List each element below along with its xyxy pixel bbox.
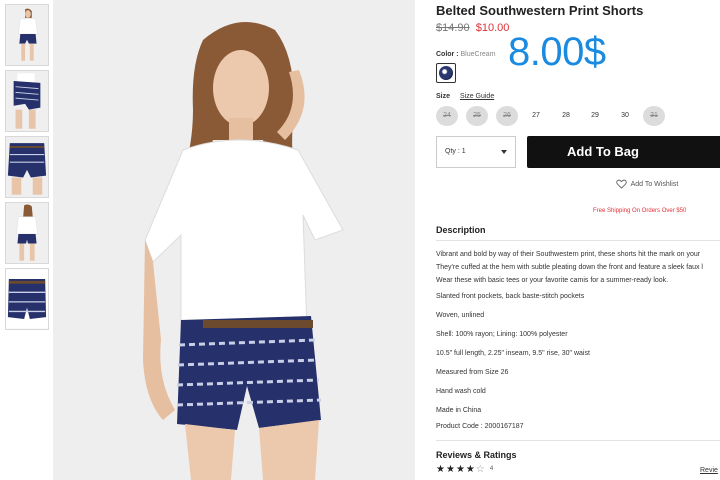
shorts-closeup-thumb-image (6, 137, 48, 197)
product-title: Belted Southwestern Print Shorts (436, 3, 644, 18)
original-price: $14.90 (436, 22, 470, 34)
description-heading: Description (436, 225, 486, 235)
size-options: 24 25 26 27 28 29 30 31 (436, 106, 720, 126)
price-row: $14.90 $10.00 (436, 22, 509, 34)
size-option-28[interactable]: 28 (555, 106, 577, 126)
thumbnail-front[interactable] (5, 4, 49, 66)
detail-measured-size: Measured from Size 26 (436, 369, 509, 376)
detail-care: Hand wash cold (436, 388, 486, 395)
write-review-link[interactable]: Revie (700, 467, 718, 474)
star-rating: ★★★★☆ 4 (436, 464, 493, 475)
description-paragraph-line: Wear these with basic tees or your favor… (436, 277, 669, 284)
thumbnail-side[interactable] (5, 70, 49, 132)
add-to-bag-button[interactable]: Add To Bag (527, 136, 720, 168)
detail-measurements: 10.5" full length, 2.25" inseam, 9.5" ri… (436, 350, 590, 357)
add-to-bag-label: Add To Bag (567, 144, 639, 159)
heart-icon (616, 179, 627, 189)
add-to-wishlist-link[interactable]: Add To Wishlist (616, 179, 678, 189)
model-side-thumb-image (6, 71, 48, 131)
quantity-select[interactable]: Qty : 1 (436, 136, 516, 168)
size-option-26[interactable]: 26 (496, 106, 518, 126)
wishlist-label: Add To Wishlist (630, 180, 679, 188)
quantity-value: Qty : 1 (445, 148, 466, 155)
detail-woven: Woven, unlined (436, 312, 485, 319)
star-icon: ★ (436, 464, 446, 475)
main-product-image (53, 0, 415, 480)
detail-material: Shell: 100% rayon; Lining: 100% polyeste… (436, 331, 568, 338)
detail-pockets: Slanted front pockets, back baste-stitch… (436, 293, 585, 300)
shorts-flat-thumb-image (6, 269, 48, 329)
color-swatch-bluecream[interactable] (436, 63, 456, 83)
size-row: Size Size Guide (436, 93, 494, 100)
star-empty-icon: ☆ (475, 464, 486, 475)
overlay-price-annotation: 8.00$ (508, 30, 606, 74)
color-value: BlueCream (460, 51, 496, 58)
product-info-panel: Belted Southwestern Print Shorts $14.90 … (436, 0, 720, 480)
size-guide-link[interactable]: Size Guide (460, 93, 494, 100)
size-option-24[interactable]: 24 (436, 106, 458, 126)
star-icon: ★ (465, 464, 476, 475)
description-paragraph-line: They're cuffed at the hem with subtle pl… (436, 264, 703, 271)
color-row: Color : BlueCream (436, 51, 496, 58)
size-option-29[interactable]: 29 (584, 106, 606, 126)
size-option-31[interactable]: 31 (643, 106, 665, 126)
thumbnail-detail[interactable] (5, 136, 49, 198)
product-code: Product Code : 2000167187 (436, 423, 524, 430)
star-icon: ★ (445, 464, 456, 475)
size-option-25[interactable]: 25 (466, 106, 488, 126)
description-divider (436, 240, 720, 241)
detail-origin: Made in China (436, 407, 482, 414)
swatch-pattern (439, 66, 453, 80)
description-paragraph-line: Vibrant and bold by way of their Southwe… (436, 251, 701, 258)
model-front-thumb-image (6, 5, 48, 65)
rating-count: 4 (489, 466, 494, 472)
size-option-30[interactable]: 30 (614, 106, 636, 126)
model-back-thumb-image (6, 203, 48, 263)
chevron-down-icon (501, 150, 507, 154)
size-option-27[interactable]: 27 (525, 106, 547, 126)
thumbnail-flat[interactable] (5, 268, 49, 330)
thumbnail-back[interactable] (5, 202, 49, 264)
size-label: Size (436, 93, 451, 100)
star-icon: ★ (455, 464, 466, 475)
model-photo (53, 0, 415, 480)
sale-price: $10.00 (475, 22, 510, 34)
reviews-divider (436, 440, 720, 441)
reviews-heading: Reviews & Ratings (436, 450, 517, 460)
color-label: Color : (436, 51, 459, 58)
free-shipping-note: Free Shipping On Orders Over $50 (593, 208, 687, 214)
